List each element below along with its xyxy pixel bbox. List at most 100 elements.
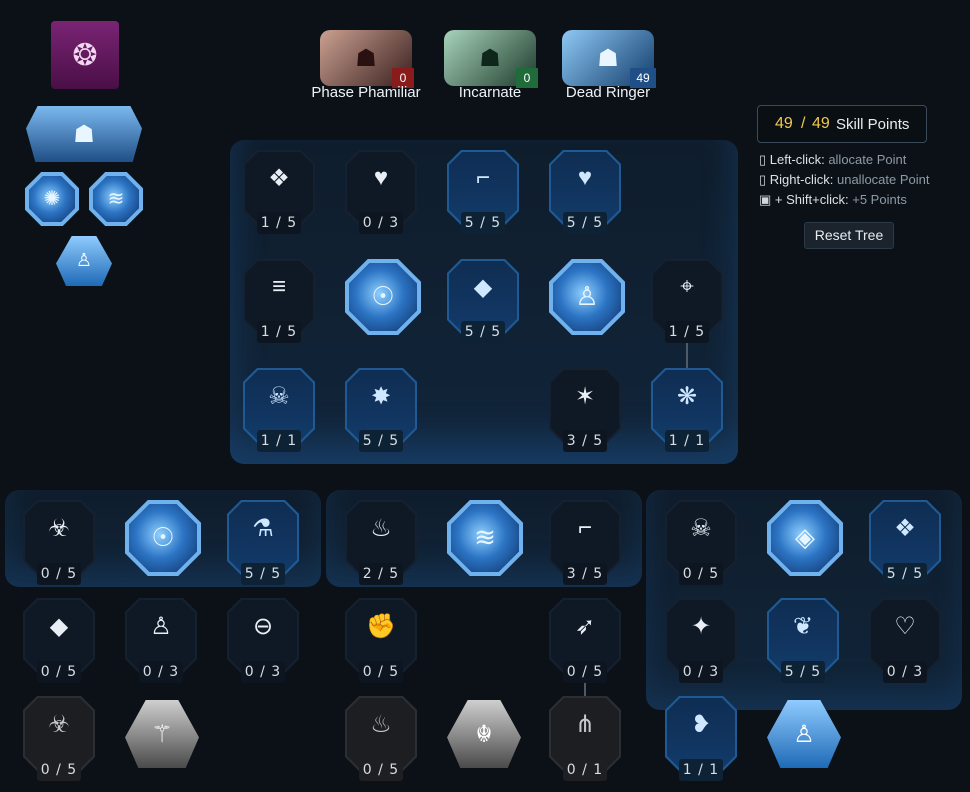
help-left-click: ▯ Left-click: allocate Point bbox=[759, 152, 906, 168]
spec-name: Phase Phamiliar bbox=[311, 84, 421, 101]
burst-paw-icon: ✸ bbox=[370, 383, 392, 410]
help-key: + Shift+click: bbox=[774, 192, 849, 207]
fire-waves-icon: ♨ bbox=[370, 515, 392, 542]
active-spec-portrait: ☗ bbox=[26, 106, 142, 162]
paws-arc-icon: ❦ bbox=[792, 613, 814, 640]
skill-rank: 0 / 3 bbox=[241, 661, 285, 683]
skill-rank: 1 / 1 bbox=[257, 430, 301, 452]
skill-rank: 0 / 5 bbox=[37, 661, 81, 683]
skill-rank: 2 / 5 bbox=[359, 563, 403, 585]
crosshair-icon: ⌖ bbox=[680, 273, 694, 300]
skill-rank: 0 / 5 bbox=[563, 661, 607, 683]
wave-icon: ≋ bbox=[107, 188, 125, 210]
spectral-face-icon: ☉ bbox=[151, 522, 175, 552]
skill-points-label: Skill Points bbox=[836, 116, 910, 133]
reset-tree-button[interactable]: Reset Tree bbox=[804, 222, 894, 249]
flask-icon: ⚗ bbox=[252, 515, 274, 542]
biohazard-waves-icon: ☣ bbox=[48, 515, 70, 542]
skill-rank: 0 / 5 bbox=[679, 563, 723, 585]
target-arrow-icon: ⊖ bbox=[252, 613, 274, 640]
compass-burst-icon: ✦ bbox=[690, 613, 712, 640]
skill-rank: 0 / 3 bbox=[883, 661, 927, 683]
spirit-core-icon: ❋ bbox=[676, 383, 698, 410]
ghost-figure-icon: ♙ bbox=[793, 721, 815, 748]
skill-points-current: 49 bbox=[775, 115, 793, 132]
skill-rank: 1 / 5 bbox=[257, 321, 301, 343]
ultimate-node[interactable]: ♙ bbox=[767, 700, 841, 768]
paw-print-icon: ❖ bbox=[268, 165, 290, 192]
help-text: unallocate Point bbox=[836, 172, 930, 187]
dice-paw-icon: ◆ bbox=[473, 274, 493, 301]
left-passive-1[interactable]: ✺ bbox=[25, 172, 79, 226]
help-key: Right-click: bbox=[769, 172, 834, 187]
skill-rank: 3 / 5 bbox=[563, 430, 607, 452]
skill-rank: 0 / 1 bbox=[563, 759, 607, 781]
skill-rank: 0 / 5 bbox=[359, 661, 403, 683]
mouse-right-icon: ▯ bbox=[759, 172, 767, 187]
spec-phase-phamiliar[interactable]: ☗ 0 bbox=[320, 30, 414, 88]
skill-rank: 5 / 5 bbox=[883, 563, 927, 585]
node-connector bbox=[686, 343, 688, 368]
skill-rank: 0 / 3 bbox=[679, 661, 723, 683]
gun-boost-icon: ⌐ bbox=[577, 514, 592, 541]
skill-rank: 1 / 1 bbox=[679, 759, 723, 781]
node-connector bbox=[584, 683, 586, 697]
help-text: allocate Point bbox=[828, 152, 907, 167]
ghost-figure-icon: ♙ bbox=[75, 250, 93, 270]
left-ultimate[interactable]: ♙ bbox=[56, 236, 112, 286]
claws-icon: ⋔ bbox=[574, 711, 596, 738]
spectral-portrait-icon: ☗ bbox=[73, 121, 95, 148]
standing-figure-icon: ♙ bbox=[150, 613, 172, 640]
claw-slash-icon: ⚚ bbox=[151, 721, 173, 748]
ultimate-node-locked[interactable]: ⚚ bbox=[125, 700, 199, 768]
reaper-icon: ☬ bbox=[475, 721, 493, 748]
skill-rank: 5 / 5 bbox=[359, 430, 403, 452]
crystal-face-icon: ◈ bbox=[795, 522, 815, 552]
help-right-click: ▯ Right-click: unallocate Point bbox=[759, 172, 930, 188]
skill-rank: 0 / 5 bbox=[37, 759, 81, 781]
skill-rank: 5 / 5 bbox=[241, 563, 285, 585]
skill-rank: 5 / 5 bbox=[461, 321, 505, 343]
spec-incarnate[interactable]: ☗ 0 bbox=[444, 30, 538, 88]
syringe-icon: ➶ bbox=[574, 613, 596, 640]
shift-key-icon: ▣ bbox=[759, 192, 772, 207]
skill-rank: 0 / 3 bbox=[139, 661, 183, 683]
skill-rank: 5 / 5 bbox=[781, 661, 825, 683]
flame-icon: ♨ bbox=[370, 711, 392, 738]
claw-mark-icon: ❂ bbox=[72, 39, 98, 72]
bullets-icon: ≡ bbox=[271, 273, 286, 300]
skill-rank: 5 / 5 bbox=[461, 212, 505, 234]
skill-points-box: 49 / 49 Skill Points bbox=[757, 105, 927, 143]
explosion-icon: ✶ bbox=[574, 383, 596, 410]
projectile-icon: ◆ bbox=[49, 613, 69, 640]
skill-rank: 1 / 1 bbox=[665, 430, 709, 452]
augment-node[interactable]: ◈ bbox=[767, 500, 843, 576]
skill-rank: 0 / 3 bbox=[359, 212, 403, 234]
ultimate-node-locked[interactable]: ☬ bbox=[447, 700, 521, 768]
spirit-swirl-icon: ✺ bbox=[43, 188, 61, 210]
spec-name: Dead Ringer bbox=[565, 84, 651, 101]
augment-node[interactable]: ♙ bbox=[549, 259, 625, 335]
heart-arrow-icon: ♡ bbox=[894, 613, 916, 640]
double-paw-icon: ❖ bbox=[894, 515, 916, 542]
biohazard-up-icon: ☣ bbox=[48, 711, 70, 738]
left-passive-2[interactable]: ≋ bbox=[89, 172, 143, 226]
skull-blast-icon: ☠ bbox=[690, 515, 712, 542]
help-shift-click: ▣ + Shift+click: +5 Points bbox=[759, 192, 907, 208]
skill-rank: 1 / 5 bbox=[665, 321, 709, 343]
gun-paw-icon: ⌐ bbox=[475, 164, 490, 191]
spec-name: Incarnate bbox=[458, 84, 522, 101]
wave-slash-icon: ≋ bbox=[474, 522, 496, 552]
help-key: Left-click: bbox=[769, 152, 825, 167]
help-text: +5 Points bbox=[852, 192, 907, 207]
skill-rank: 1 / 5 bbox=[257, 212, 301, 234]
skill-rank: 5 / 5 bbox=[563, 212, 607, 234]
spectral-face-icon: ☉ bbox=[371, 281, 395, 311]
class-emblem: ❂ bbox=[51, 21, 119, 89]
ghost-aura-icon: ♙ bbox=[575, 281, 599, 311]
heart-boost-icon: ♥ bbox=[577, 164, 593, 191]
spec-dead-ringer[interactable]: ☗ 49 bbox=[562, 30, 656, 88]
heart-shield-icon: ♥ bbox=[373, 164, 389, 191]
winged-heart-icon: ❥ bbox=[690, 711, 712, 738]
skill-rank: 0 / 5 bbox=[37, 563, 81, 585]
